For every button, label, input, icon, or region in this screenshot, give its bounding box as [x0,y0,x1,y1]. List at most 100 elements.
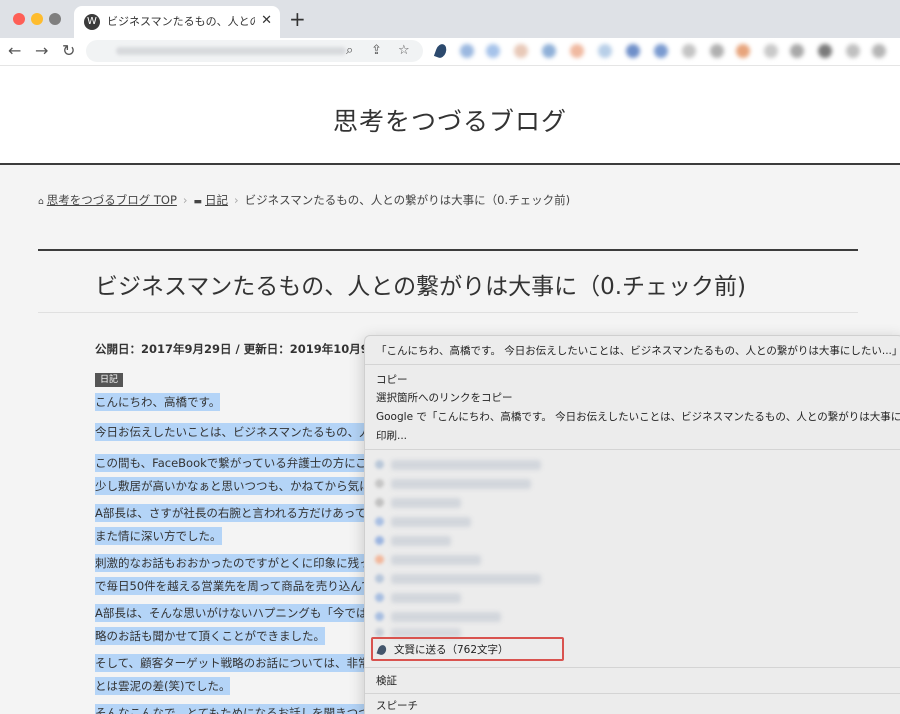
paragraph-line: そして、顧客ターゲット戦略のお話については、非常に [95,654,382,672]
extension-icon [375,460,384,469]
category-badge[interactable]: 日記 [95,373,124,387]
extension-icon[interactable] [846,44,860,58]
extension-icon[interactable] [710,44,724,58]
extension-icon[interactable] [542,44,556,58]
paragraph: 刺激的なお話もおおかったのですがとくに印象に残っ で毎日50件を越える営業先を周… [95,552,385,598]
extension-icon [375,593,384,602]
home-icon: ⌂ [38,197,44,207]
extension-icon[interactable] [598,44,612,58]
share-icon[interactable]: ⇪ [371,42,382,60]
forward-icon[interactable]: → [35,41,48,61]
extension-icon [375,498,384,507]
blurred-menu-item[interactable] [391,555,481,565]
breadcrumb-current: ビジネスマンたるもの、人との繋がりは大事に（0.チェック前) [244,193,571,207]
menu-separator [365,449,900,450]
close-window-button[interactable] [13,13,25,25]
new-tab-button[interactable]: + [289,8,306,30]
blurred-menu-item[interactable] [391,536,451,546]
extension-icon[interactable] [790,44,804,58]
menu-separator [365,364,900,365]
post-dates: 公開日：2017年9月29日 / 更新日：2019年10月9日 [95,342,381,356]
paragraph: A部長は、そんな思いがけないハプニングも「今では良 略のお話も聞かせて頂くことが… [95,602,379,648]
copy-link-menu-item[interactable]: 選択箇所へのリンクをコピー [376,391,513,405]
blurred-url [116,47,346,55]
paragraph: そして、顧客ターゲット戦略のお話については、非常に とは雲泥の差(笑)でした。 [95,652,382,698]
extension-icon[interactable] [872,44,886,58]
paragraph: A部長は、さすが社長の右腕と言われる方だけあって、 また情に深い方でした。 [95,502,378,548]
extension-icon [375,555,384,564]
extension-icon [375,612,384,621]
tab-title: ビジネスマンたるもの、人との繋が [107,15,255,28]
paragraph-line: A部長は、さすが社長の右腕と言われる方だけあって、 [95,504,378,522]
close-tab-icon[interactable]: ✕ [261,13,272,29]
breadcrumb-separator: › [182,193,188,207]
browser-tab-bar: W ビジネスマンたるもの、人との繋が ✕ + [0,0,900,38]
extension-icon[interactable] [514,44,528,58]
extension-icon[interactable] [486,44,500,58]
blurred-menu-item[interactable] [391,498,461,508]
paragraph-line: また情に深い方でした。 [95,527,222,545]
bunken-extension-icon[interactable] [433,42,449,60]
bookmark-star-icon[interactable]: ☆ [398,42,410,60]
extension-icon[interactable] [460,44,474,58]
folder-icon: ▬ [193,197,203,207]
blurred-menu-item[interactable] [391,517,471,527]
blurred-menu-item[interactable] [391,574,541,584]
minimize-window-button[interactable] [31,13,43,25]
paragraph-line: こんにちわ、高橋です。 [95,393,221,411]
paragraph: 今日お伝えしたいことは、ビジネスマンたるもの、人との [95,421,394,444]
site-header: 思考をつづるブログ [0,66,900,165]
search-selection-menu-item[interactable]: 「こんにちわ、高橋です。 今日お伝えしたいことは、ビジネスマンたるもの、人との繋… [376,344,900,358]
article-divider [38,249,858,251]
context-menu: 「こんにちわ、高橋です。 今日お伝えしたいことは、ビジネスマンたるもの、人との繋… [364,335,900,714]
extension-icon[interactable] [570,44,584,58]
reload-icon[interactable]: ↻ [62,41,75,61]
paragraph-line: 今日お伝えしたいことは、ビジネスマンたるもの、人との [95,423,394,441]
extension-icon[interactable] [654,44,668,58]
profile-avatar[interactable] [818,44,832,58]
extension-icon[interactable] [682,44,696,58]
article-title: ビジネスマンたるもの、人との繋がりは大事に（0.チェック前) [95,274,746,300]
breadcrumb-home-link[interactable]: 思考をつづるブログ TOP [47,193,177,207]
paragraph-line: で毎日50件を越える営業先を周って商品を売り込んでい [95,577,385,595]
blurred-menu-item[interactable] [391,479,531,489]
paragraph: そんなこんなで、とてもためになるお話しを聞きつつ [95,702,370,714]
back-icon[interactable]: ← [8,41,21,61]
extension-icon[interactable] [764,44,778,58]
menu-separator [365,667,900,668]
extension-icon [375,574,384,583]
breadcrumb: ⌂ 思考をつづるブログ TOP › ▬ 日記 › ビジネスマンたるもの、人との繋がりは大事に… [38,192,570,208]
paragraph-line: そんなこんなで、とてもためになるお話しを聞きつつ [95,704,370,714]
extension-icon [375,536,384,545]
paragraph-line: 略のお話も聞かせて頂くことができました。 [95,627,325,645]
extension-icon [375,479,384,488]
search-icon[interactable]: ⌕ [346,42,353,60]
inspect-menu-item[interactable]: 検証 [376,674,397,688]
copy-menu-item[interactable]: コピー [376,373,408,387]
paragraph-line: この間も、FaceBookで繋がっている弁護士の方にご紹 [95,454,379,472]
blurred-menu-item[interactable] [391,460,541,470]
paragraph-line: とは雲泥の差(笑)でした。 [95,677,231,695]
site-title[interactable]: 思考をつづるブログ [0,102,900,138]
paragraph-line: A部長は、そんな思いがけないハプニングも「今では良 [95,604,379,622]
maximize-window-button[interactable] [49,13,61,25]
address-bar[interactable]: ⌕ ⇪ ☆ [86,40,423,62]
browser-toolbar: ← → ↻ ⌕ ⇪ ☆ [0,38,900,66]
blurred-menu-item[interactable] [391,593,461,603]
title-divider [38,312,858,313]
print-menu-item[interactable]: 印刷... [376,429,407,443]
send-to-bunken-menu-item[interactable]: 文賢に送る（762文字） [394,643,509,657]
paragraph: この間も、FaceBookで繋がっている弁護士の方にご紹 少し敷居が高いかなぁと… [95,452,383,498]
extension-icon [375,517,384,526]
extension-icon[interactable] [626,44,640,58]
google-search-menu-item[interactable]: Google で「こんにちわ、高橋です。 今日お伝えしたいことは、ビジネスマンた… [376,410,900,424]
blurred-menu-item[interactable] [391,612,501,622]
paragraph: こんにちわ、高橋です。 [95,391,221,414]
speech-menu-item[interactable]: スピーチ [376,699,418,713]
extension-icon[interactable] [736,44,750,58]
browser-tab[interactable]: W ビジネスマンたるもの、人との繋が ✕ [74,6,280,38]
paragraph-line: 刺激的なお話もおおかったのですがとくに印象に残っ [95,554,371,572]
menu-separator [365,693,900,694]
breadcrumb-category-link[interactable]: 日記 [205,193,228,207]
extension-icon [375,628,384,637]
